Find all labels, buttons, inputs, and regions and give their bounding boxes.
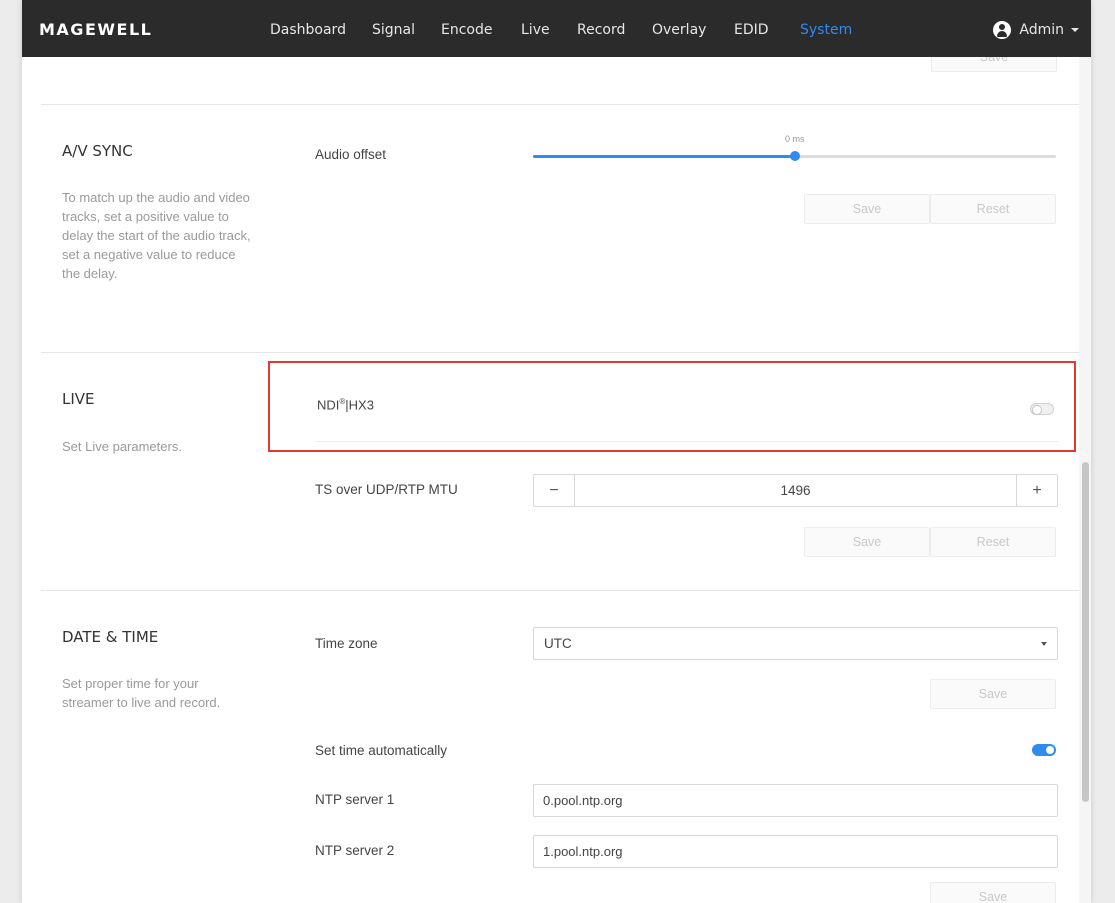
section-divider [41, 590, 1088, 591]
timezone-save-button[interactable]: Save [930, 679, 1056, 709]
live-description: Set Live parameters. [62, 439, 182, 454]
nav-encode[interactable]: Encode [441, 22, 492, 38]
slider-value-label: 0 ms [785, 134, 805, 144]
live-save-button[interactable]: Save [804, 527, 930, 557]
section-divider [41, 104, 1088, 105]
datetime-title: DATE & TIME [62, 628, 159, 646]
slider-fill [533, 155, 795, 158]
ntp-save-button[interactable]: Save [930, 882, 1056, 903]
nav-system[interactable]: System [800, 22, 852, 38]
toggle-knob [1046, 746, 1054, 754]
live-title: LIVE [62, 390, 95, 408]
user-menu[interactable]: Admin [993, 18, 1079, 42]
av-sync-title: A/V SYNC [62, 142, 133, 160]
nav-record[interactable]: Record [577, 22, 625, 38]
ntp2-input[interactable] [533, 835, 1058, 868]
row-divider [315, 441, 1058, 442]
timezone-value: UTC [544, 636, 572, 651]
toggle-knob [1032, 405, 1042, 415]
nav-dashboard[interactable]: Dashboard [270, 22, 346, 38]
browser-frame: MAGEWELL Dashboard Signal Encode Live Re… [22, 0, 1091, 903]
nav-live[interactable]: Live [521, 22, 550, 38]
auto-time-label: Set time automatically [315, 743, 448, 758]
ndi-hx3-label: NDI®|HX3 [317, 397, 374, 413]
audio-offset-slider[interactable] [533, 151, 1056, 161]
live-reset-button[interactable]: Reset [930, 527, 1056, 557]
slider-thumb[interactable] [790, 151, 800, 161]
mtu-decrease-button[interactable]: − [534, 475, 575, 506]
scrollbar[interactable] [1079, 57, 1091, 903]
scrollbar-thumb[interactable] [1082, 462, 1089, 802]
av-sync-save-button[interactable]: Save [804, 194, 930, 224]
section-divider [41, 352, 1088, 353]
chevron-down-icon [1041, 642, 1047, 646]
audio-offset-label: Audio offset [315, 147, 387, 162]
timezone-select[interactable]: UTC [533, 627, 1058, 660]
top-navbar: MAGEWELL Dashboard Signal Encode Live Re… [22, 0, 1091, 57]
ntp1-label: NTP server 1 [315, 792, 395, 807]
datetime-description: Set proper time for your streamer to liv… [62, 676, 221, 710]
av-sync-description: To match up the audio and video tracks, … [62, 190, 251, 281]
mtu-increase-button[interactable]: + [1016, 475, 1057, 506]
ndi-hx3-toggle[interactable] [1030, 403, 1054, 415]
av-sync-reset-button[interactable]: Reset [930, 194, 1056, 224]
mtu-stepper: − 1496 + [533, 474, 1058, 507]
user-icon [993, 21, 1012, 39]
ntp1-input[interactable] [533, 784, 1058, 817]
highlight-box [268, 361, 1076, 452]
nav-signal[interactable]: Signal [372, 22, 415, 38]
nav-overlay[interactable]: Overlay [652, 22, 706, 38]
auto-time-toggle[interactable] [1032, 744, 1056, 756]
mtu-value[interactable]: 1496 [575, 475, 1016, 506]
mtu-label: TS over UDP/RTP MTU [315, 482, 458, 497]
nav-edid[interactable]: EDID [734, 22, 769, 38]
ntp2-label: NTP server 2 [315, 843, 395, 858]
timezone-label: Time zone [315, 636, 378, 651]
magewell-logo[interactable]: MAGEWELL [39, 20, 152, 39]
user-name: Admin [1019, 22, 1064, 38]
chevron-down-icon [1071, 28, 1079, 32]
